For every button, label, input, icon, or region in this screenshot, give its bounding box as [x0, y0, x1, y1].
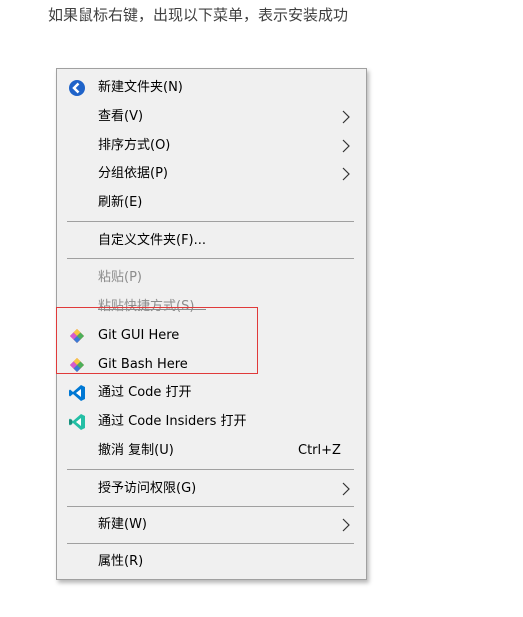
menu-item-label: 分组依据(P): [98, 166, 168, 181]
caption-text: 如果鼠标右键，出现以下菜单，表示安装成功: [48, 6, 349, 24]
menu-item-label: 新建(W): [98, 517, 147, 532]
menu-item-new-folder[interactable]: 新建文件夹(N): [57, 73, 366, 102]
new-folder-icon: [69, 80, 85, 96]
menu-item-open-with-code-insiders[interactable]: 通过 Code Insiders 打开: [57, 407, 366, 436]
menu-item-label: 排序方式(O): [98, 138, 171, 153]
chevron-right-icon: [342, 167, 350, 181]
menu-item-open-with-code[interactable]: 通过 Code 打开: [57, 378, 366, 407]
vscode-icon: [69, 385, 85, 401]
menu-separator: [67, 221, 354, 222]
menu-separator: [67, 506, 354, 507]
menu-item-give-access[interactable]: 授予访问权限(G): [57, 474, 366, 503]
menu-item-label: 新建文件夹(N): [98, 80, 183, 95]
highlight-box: [56, 307, 258, 374]
menu-item-group-by[interactable]: 分组依据(P): [57, 159, 366, 188]
menu-item-label: 撤消 复制(U): [98, 443, 174, 458]
chevron-right-icon: [342, 482, 350, 496]
menu-separator: [67, 543, 354, 544]
menu-item-customize-folder[interactable]: 自定义文件夹(F)...: [57, 226, 366, 255]
menu-item-sort-by[interactable]: 排序方式(O): [57, 131, 366, 160]
menu-item-label: 通过 Code Insiders 打开: [98, 414, 247, 429]
chevron-right-icon: [342, 110, 350, 124]
menu-separator: [67, 258, 354, 259]
chevron-right-icon: [342, 518, 350, 532]
menu-item-view[interactable]: 查看(V): [57, 102, 366, 131]
menu-item-properties[interactable]: 属性(R): [57, 547, 366, 576]
menu-item-refresh[interactable]: 刷新(E): [57, 188, 366, 217]
menu-item-label: 查看(V): [98, 109, 144, 124]
menu-item-label: 授予访问权限(G): [98, 481, 197, 496]
shortcut-text: Ctrl+Z: [298, 443, 341, 458]
chevron-right-icon: [342, 139, 350, 153]
menu-separator: [67, 469, 354, 470]
menu-item-label: 自定义文件夹(F)...: [98, 233, 207, 248]
menu-item-label: 粘贴(P): [98, 270, 142, 285]
menu-item-label: 属性(R): [98, 554, 144, 569]
vscode-insiders-icon: [69, 414, 85, 430]
menu-item-paste: 粘贴(P): [57, 263, 366, 292]
menu-item-undo-copy[interactable]: 撤消 复制(U) Ctrl+Z: [57, 436, 366, 465]
menu-item-label: 通过 Code 打开: [98, 385, 192, 400]
menu-item-new[interactable]: 新建(W): [57, 510, 366, 539]
menu-item-label: 刷新(E): [98, 195, 143, 210]
